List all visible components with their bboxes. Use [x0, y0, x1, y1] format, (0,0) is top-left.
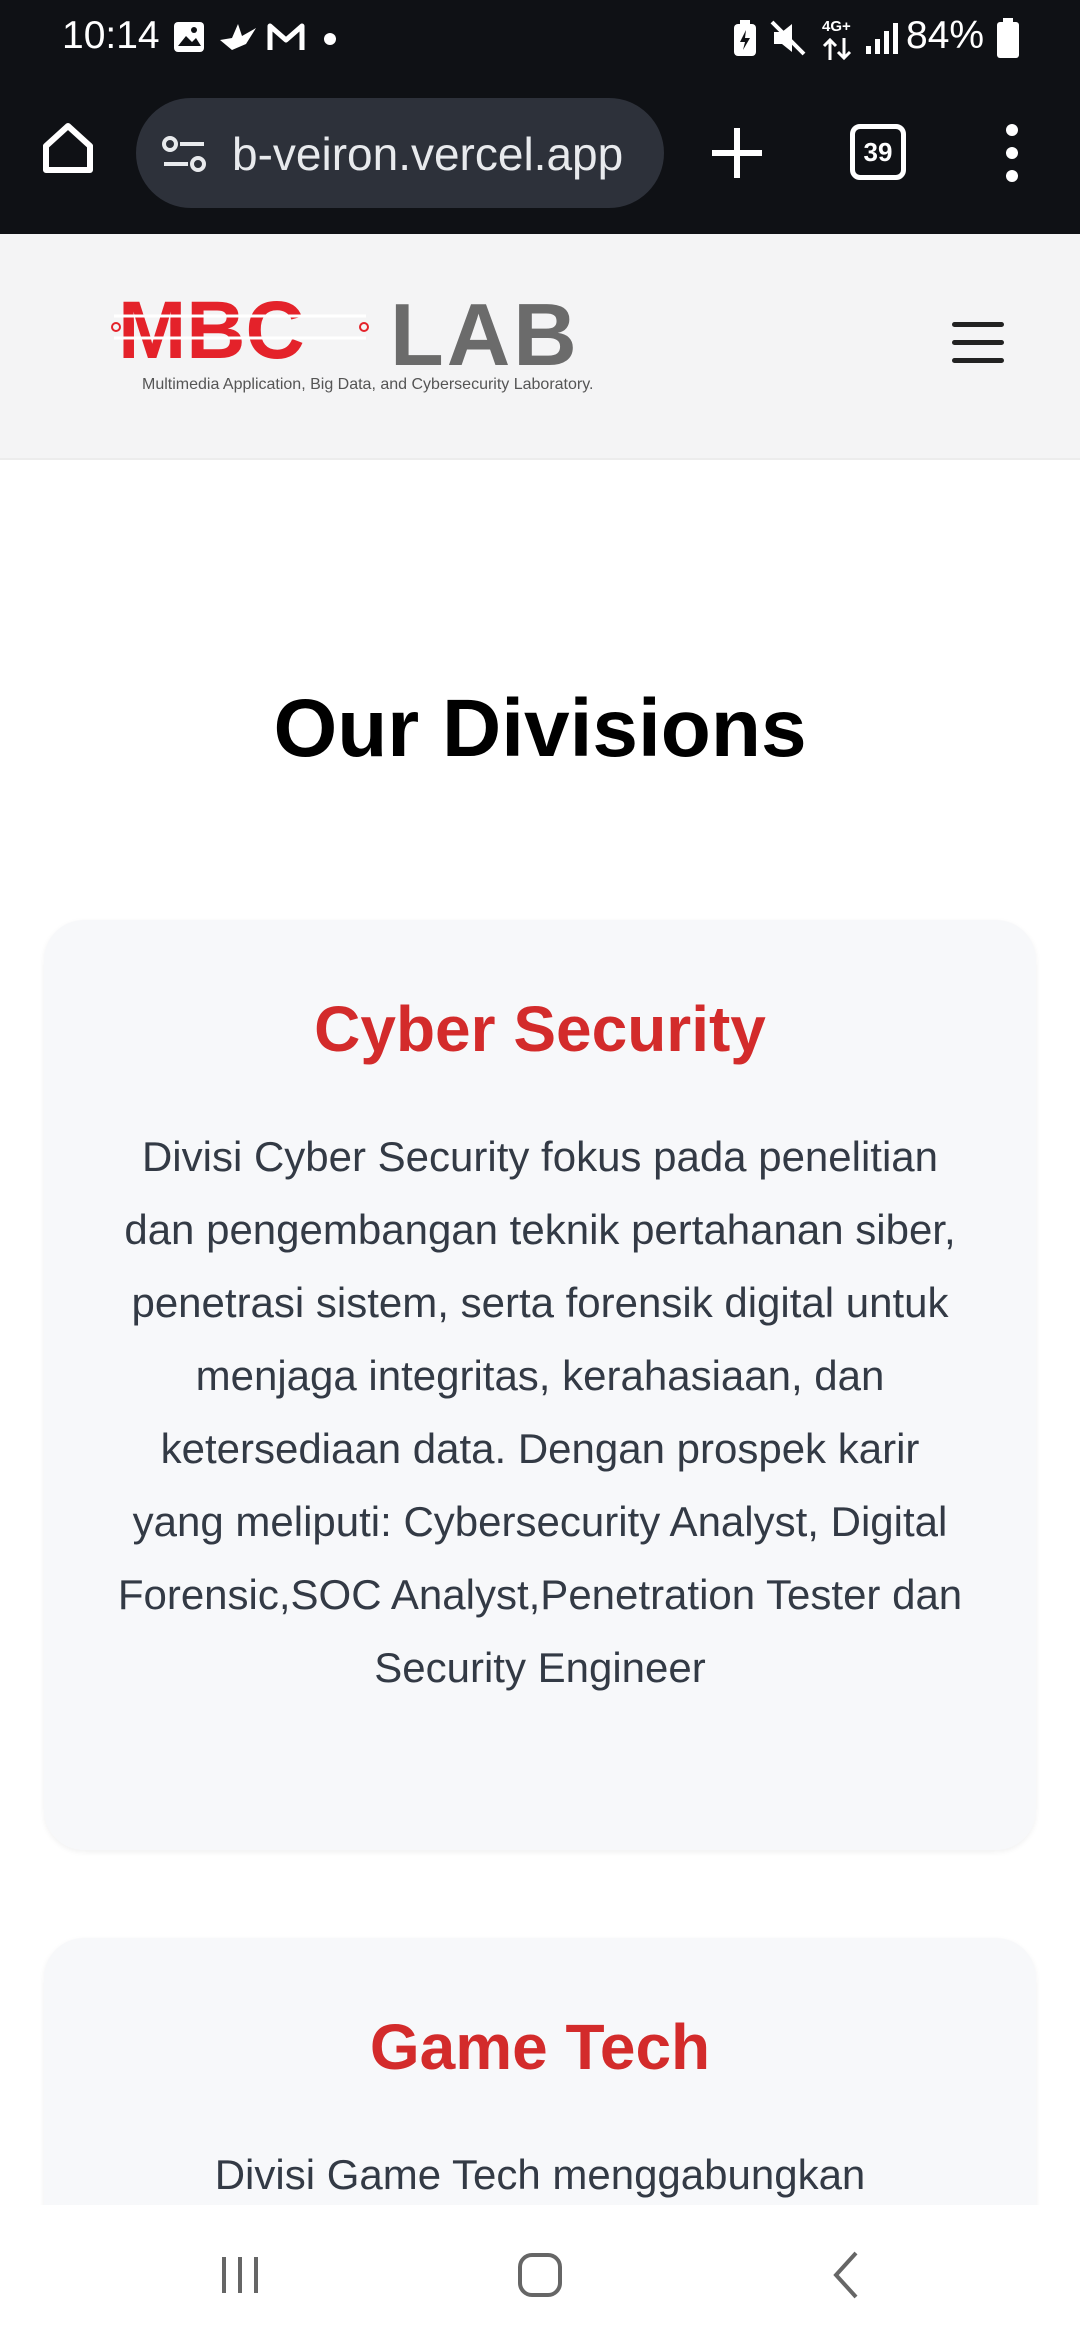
mute-icon — [770, 20, 806, 56]
division-description: Divisi Game Tech menggabungkan — [214, 2151, 866, 2198]
logo-tagline: Multimedia Application, Big Data, and Cy… — [142, 376, 594, 393]
division-title: Game Tech — [369, 2011, 711, 2083]
status-time: 10:14 — [62, 14, 160, 57]
battery-saver-icon — [734, 20, 756, 56]
network-label: 4G+ — [822, 18, 851, 35]
page-title: Our Divisions — [273, 683, 807, 774]
bird-notification-icon — [220, 24, 256, 50]
division-card: Game Tech Divisi Game Tech menggabungkan — [44, 1938, 1036, 2205]
data-arrows-icon: 4G+ — [818, 18, 858, 62]
overflow-menu-icon[interactable] — [1000, 120, 1024, 186]
hamburger-menu-icon[interactable] — [952, 322, 1004, 370]
system-nav-bar — [0, 2205, 1080, 2340]
url-text[interactable]: b-veiron.vercel.app — [232, 126, 652, 182]
home-icon[interactable] — [38, 118, 98, 178]
gallery-icon — [174, 22, 204, 52]
battery-percent: 84% — [906, 14, 985, 57]
division-card: Cyber Security Divisi Cyber Security fok… — [44, 920, 1036, 1850]
division-description: Divisi Cyber Security fokus pada penelit… — [117, 1133, 963, 1691]
logo-brand-text: MBC — [118, 294, 305, 366]
more-dot-icon — [324, 33, 336, 45]
status-bar: 10:14 4G+ 84% — [0, 0, 1080, 80]
back-icon[interactable] — [818, 2245, 878, 2305]
site-header: MBC LAB Multimedia Application, Big Data… — [0, 234, 1080, 460]
site-logo[interactable]: MBC LAB Multimedia Application, Big Data… — [110, 285, 630, 404]
url-bar[interactable]: b-veiron.vercel.app — [136, 98, 664, 208]
logo-lab-text: LAB — [390, 285, 580, 384]
logo-mbc-wordmark: MBC — [111, 294, 369, 366]
site-settings-icon[interactable] — [158, 128, 210, 180]
browser-top-area: 10:14 4G+ 84% b-veiron.vercel.app 39 — [0, 0, 1080, 234]
chrome-toolbar: b-veiron.vercel.app 39 — [0, 90, 1080, 220]
gmail-icon — [267, 23, 305, 50]
new-tab-icon[interactable] — [706, 122, 768, 184]
division-title: Cyber Security — [314, 993, 766, 1065]
home-nav-icon[interactable] — [510, 2245, 570, 2305]
battery-icon — [997, 18, 1019, 58]
recents-icon[interactable] — [210, 2245, 270, 2305]
main-content: Our Divisions Cyber Security Divisi Cybe… — [0, 460, 1080, 2205]
screen: 10:14 4G+ 84% b-veiron.vercel.app 39 MBC… — [0, 0, 1080, 2340]
signal-icon — [866, 23, 898, 54]
tab-switcher-icon[interactable]: 39 — [850, 124, 906, 180]
